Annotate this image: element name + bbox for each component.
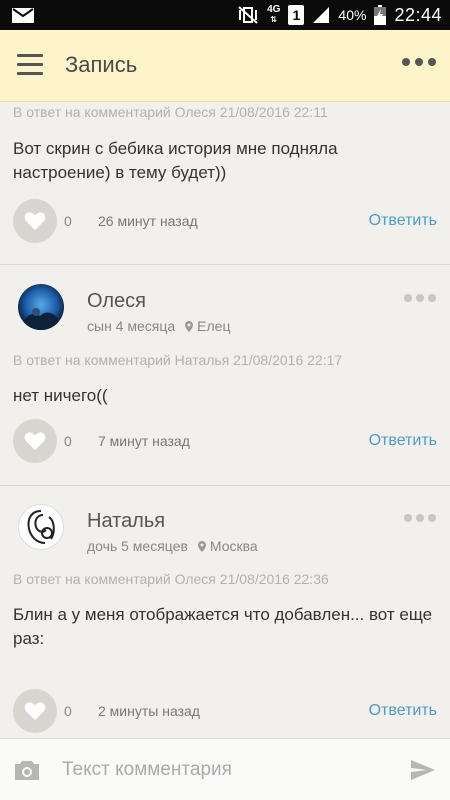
like-count: 0 (64, 213, 72, 229)
avatar-image (19, 505, 63, 549)
heart-icon (24, 702, 46, 721)
reply-button[interactable]: Ответить (369, 432, 437, 450)
reply-to-label: В ответ на комментарий Олеся 21/08/2016 … (13, 571, 329, 587)
like-button[interactable] (13, 689, 57, 733)
author-name[interactable]: Наталья (87, 510, 165, 533)
reply-button[interactable]: Ответить (369, 702, 437, 720)
send-icon[interactable] (410, 759, 436, 781)
location: Москва (197, 538, 258, 554)
comment-time: 7 минут назад (98, 433, 190, 449)
comment-input[interactable] (62, 757, 392, 783)
vibrate-mute-icon (238, 6, 258, 24)
heart-icon (24, 212, 46, 231)
app-bar: Запись (0, 30, 450, 102)
comment-time: 2 минуты назад (98, 703, 200, 719)
city: Елец (197, 318, 231, 334)
comment-text: Вот скрин с бебика история мне подняла н… (13, 139, 338, 182)
reply-button[interactable]: Ответить (369, 212, 437, 230)
comment-text: Блин а у меня отображается что добавлен.… (13, 605, 433, 648)
location-pin-icon (185, 320, 194, 332)
avatar[interactable] (18, 504, 64, 550)
clock: 22:44 (394, 4, 442, 25)
like-button[interactable] (13, 419, 57, 463)
comment-item: Олеся сын 4 месяца Елец В ответ на комме… (0, 266, 450, 486)
more-options-icon[interactable] (402, 58, 436, 66)
author-name[interactable]: Олеся (87, 290, 146, 313)
sim-indicator: 1 (288, 5, 305, 25)
location-pin-icon (197, 540, 206, 552)
child-info: сын 4 месяца (87, 318, 176, 334)
comment-options-icon[interactable] (404, 294, 436, 302)
network-4g-indicator: 4G ⇅ (267, 4, 281, 25)
page-title: Запись (65, 52, 138, 77)
author-meta: дочь 5 месяцев Москва (87, 538, 258, 554)
city: Москва (209, 538, 258, 554)
avatar-image (18, 284, 64, 330)
comment-item: В ответ на комментарий Олеся 21/08/2016 … (0, 102, 450, 265)
battery-charging-icon (374, 5, 387, 25)
heart-icon (24, 432, 46, 451)
signal-icon (313, 7, 330, 23)
like-count: 0 (64, 703, 72, 719)
battery-percent: 40% (338, 7, 367, 23)
network-type: 4G (267, 4, 281, 15)
comment-time: 26 минут назад (98, 213, 198, 229)
like-count: 0 (64, 433, 72, 449)
like-button[interactable] (13, 199, 57, 243)
author-meta: сын 4 месяца Елец (87, 318, 230, 334)
comment-text: нет ничего(( (13, 386, 108, 405)
menu-icon[interactable] (17, 54, 43, 76)
status-bar: 4G ⇅ 1 40% 22:44 (0, 0, 450, 30)
child-info: дочь 5 месяцев (87, 538, 188, 554)
comment-item: Наталья дочь 5 месяцев Москва В ответ на… (0, 487, 450, 738)
mail-notification-icon (12, 8, 34, 23)
status-right: 4G ⇅ 1 40% 22:44 (237, 4, 442, 26)
comment-input-bar (0, 738, 450, 800)
reply-to-label: В ответ на комментарий Олеся 21/08/2016 … (13, 104, 328, 120)
comment-options-icon[interactable] (404, 514, 436, 522)
avatar[interactable] (18, 284, 64, 330)
camera-icon[interactable] (14, 759, 40, 781)
reply-to-label: В ответ на комментарий Наталья 21/08/201… (13, 352, 343, 368)
comments-list[interactable]: В ответ на комментарий Олеся 21/08/2016 … (0, 102, 450, 738)
location: Елец (185, 318, 230, 334)
